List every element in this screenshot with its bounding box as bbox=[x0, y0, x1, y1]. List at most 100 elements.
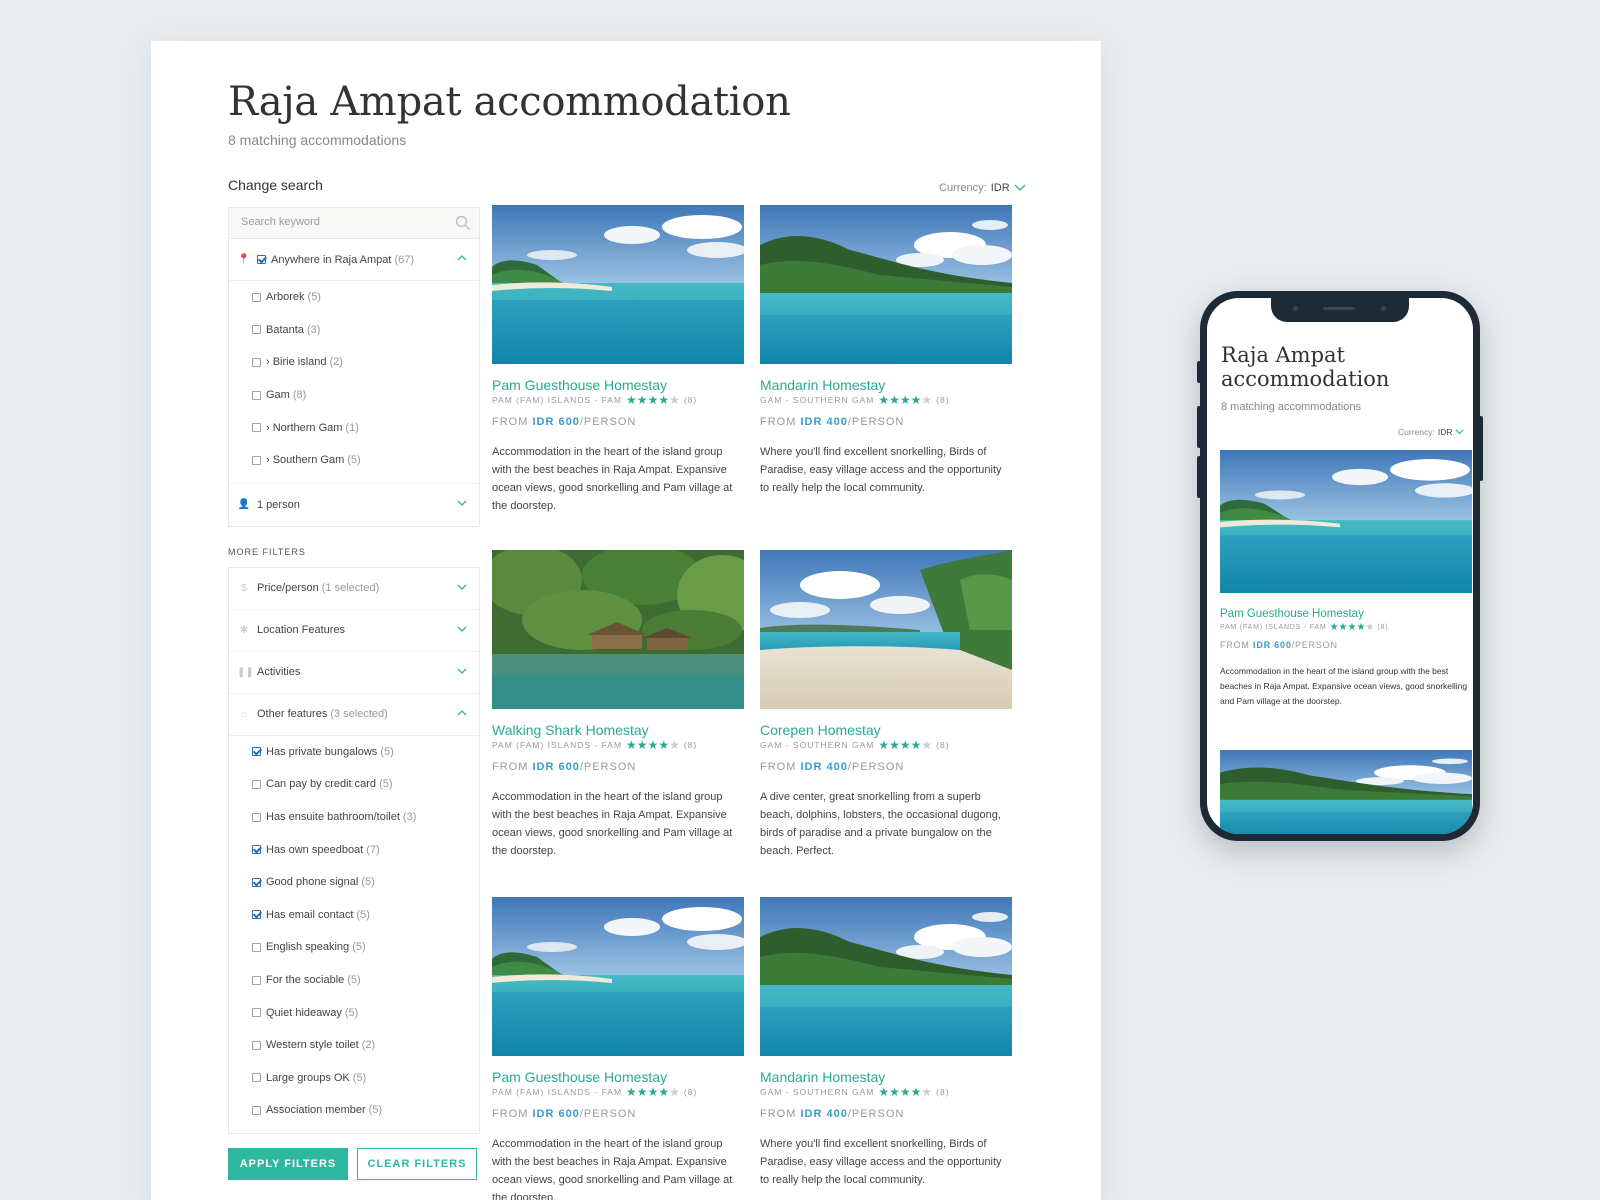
feature-option[interactable]: Western style toilet (2) bbox=[229, 1029, 479, 1062]
checkbox[interactable] bbox=[252, 779, 261, 789]
checkbox[interactable] bbox=[252, 1105, 261, 1115]
checkbox[interactable] bbox=[252, 877, 261, 887]
checkbox[interactable] bbox=[252, 423, 261, 433]
listing-photo[interactable] bbox=[760, 897, 1012, 1056]
checkbox[interactable] bbox=[257, 255, 266, 264]
listing-card[interactable]: Walking Shark Homestay PAM (FAM) ISLANDS… bbox=[492, 550, 744, 860]
feature-option[interactable]: Can pay by credit card (5) bbox=[229, 768, 479, 801]
listing-photo[interactable] bbox=[492, 205, 744, 364]
listing-card[interactable]: Pam Guesthouse Homestay PAM (FAM) ISLAND… bbox=[492, 897, 744, 1200]
filter-activities[interactable]: ❚❚ Activities bbox=[229, 652, 479, 694]
feature-option[interactable]: Has ensuite bathroom/toilet (3) bbox=[229, 801, 479, 834]
rating-stars: ★★★★★ bbox=[878, 1085, 933, 1099]
checkbox[interactable] bbox=[252, 975, 261, 985]
feature-option[interactable]: For the sociable (5) bbox=[229, 964, 479, 997]
listing-name[interactable]: Corepen Homestay bbox=[760, 722, 1012, 739]
listing-photo[interactable] bbox=[760, 550, 1012, 709]
price-unit: /PERSON bbox=[847, 761, 905, 773]
checkbox[interactable] bbox=[252, 325, 261, 335]
listing-meta: PAM (FAM) ISLANDS - FAM ★★★★★ (8) bbox=[492, 738, 744, 752]
persons-selector[interactable]: 👤 1 person bbox=[229, 484, 479, 526]
listing-name[interactable]: Mandarin Homestay bbox=[760, 377, 1012, 394]
feature-option[interactable]: Has private bungalows (5) bbox=[229, 736, 479, 769]
listing-photo[interactable] bbox=[760, 205, 1012, 364]
price-unit: /PERSON bbox=[1291, 640, 1338, 650]
feature-option[interactable]: Large groups OK (5) bbox=[229, 1062, 479, 1095]
chevron-down-icon[interactable] bbox=[457, 582, 467, 592]
filter-price[interactable]: $ Price/person (1 selected) bbox=[229, 568, 479, 610]
feature-option[interactable]: Good phone signal (5) bbox=[229, 866, 479, 899]
checkbox[interactable] bbox=[252, 455, 261, 465]
listing-card[interactable]: Corepen Homestay GAM - SOUTHERN GAM ★★★★… bbox=[760, 550, 1012, 860]
price-amount: IDR 400 bbox=[800, 1108, 848, 1120]
listing-photo[interactable] bbox=[492, 550, 744, 709]
feature-option[interactable]: Association member (5) bbox=[229, 1094, 479, 1127]
location-option[interactable]: › Southern Gam (5) bbox=[229, 444, 479, 477]
checkbox[interactable] bbox=[252, 1040, 261, 1050]
location-anywhere[interactable]: 📍 Anywhere in Raja Ampat (67) bbox=[229, 239, 479, 281]
option-count: (1) bbox=[345, 421, 359, 434]
option-count: (3) bbox=[402, 811, 417, 824]
chevron-up-icon[interactable] bbox=[457, 253, 467, 263]
listing-location: PAM (FAM) ISLANDS - FAM bbox=[492, 395, 623, 405]
clear-filters-button[interactable]: CLEAR FILTERS bbox=[357, 1147, 477, 1180]
checkbox[interactable] bbox=[252, 292, 261, 302]
search-icon[interactable] bbox=[455, 215, 471, 231]
apply-filters-button[interactable]: APPLY FILTERS bbox=[228, 1147, 348, 1180]
checkbox[interactable] bbox=[252, 747, 261, 757]
location-count: (67) bbox=[394, 253, 415, 266]
mobile-listing-name[interactable]: Pam Guesthouse Homestay bbox=[1220, 608, 1364, 620]
filter-other-features[interactable]: ⌂ Other features (3 selected) bbox=[229, 694, 479, 736]
chevron-down-icon[interactable] bbox=[457, 498, 467, 508]
checkbox[interactable] bbox=[252, 942, 261, 952]
page-title: Raja Ampat accommodation bbox=[228, 79, 791, 125]
currency-selector[interactable]: Currency: IDR bbox=[939, 182, 1026, 194]
result-count: 8 matching accommodations bbox=[228, 132, 407, 148]
listing-card[interactable]: Mandarin Homestay GAM - SOUTHERN GAM ★★★… bbox=[760, 897, 1012, 1189]
checkbox[interactable] bbox=[252, 1008, 261, 1018]
feature-option[interactable]: Has own speedboat (7) bbox=[229, 833, 479, 866]
feature-option[interactable]: Quiet hideaway (5) bbox=[229, 996, 479, 1029]
phone-volume-up-button bbox=[1197, 406, 1201, 448]
listing-description: Accommodation in the heart of the island… bbox=[492, 446, 733, 512]
listing-card[interactable]: Pam Guesthouse Homestay PAM (FAM) ISLAND… bbox=[492, 205, 744, 515]
search-placeholder: Search keyword bbox=[241, 216, 320, 228]
mobile-listing-price: FROM IDR 600/PERSON bbox=[1220, 640, 1338, 650]
currency-label: Currency: bbox=[939, 182, 987, 194]
listing-name[interactable]: Pam Guesthouse Homestay bbox=[492, 377, 744, 394]
listing-name[interactable]: Pam Guesthouse Homestay bbox=[492, 1069, 744, 1086]
option-count: (5) bbox=[361, 876, 375, 889]
price-unit: /PERSON bbox=[579, 761, 637, 773]
listing-name[interactable]: Mandarin Homestay bbox=[760, 1069, 1012, 1086]
search-input[interactable]: Search keyword bbox=[228, 207, 480, 239]
chevron-down-icon[interactable] bbox=[457, 624, 467, 634]
mobile-currency-selector[interactable]: Currency: IDR bbox=[1398, 427, 1465, 437]
location-option[interactable]: Batanta (3) bbox=[229, 314, 479, 347]
checkbox[interactable] bbox=[252, 910, 261, 920]
mobile-listing-photo[interactable] bbox=[1220, 450, 1472, 593]
mobile-listing-photo[interactable] bbox=[1220, 750, 1472, 834]
feature-option[interactable]: Has email contact (5) bbox=[229, 899, 479, 932]
checkbox[interactable] bbox=[252, 357, 261, 367]
feature-option[interactable]: English speaking (5) bbox=[229, 931, 479, 964]
filter-label: Price/person bbox=[257, 582, 319, 595]
checkbox[interactable] bbox=[252, 845, 261, 855]
listing-card[interactable]: Mandarin Homestay GAM - SOUTHERN GAM ★★★… bbox=[760, 205, 1012, 497]
person-icon: 👤 bbox=[237, 499, 251, 511]
filter-location-features[interactable]: ✱ Location Features bbox=[229, 610, 479, 652]
location-option[interactable]: Gam (8) bbox=[229, 379, 479, 412]
checkbox[interactable] bbox=[252, 390, 261, 400]
listing-photo[interactable] bbox=[492, 897, 744, 1056]
chevron-down-icon bbox=[1455, 429, 1465, 435]
checkbox[interactable] bbox=[252, 812, 261, 822]
checkbox[interactable] bbox=[252, 1073, 261, 1083]
listing-name[interactable]: Walking Shark Homestay bbox=[492, 722, 744, 739]
review-count: (8) bbox=[936, 740, 950, 750]
location-option[interactable]: › Birie island (2) bbox=[229, 346, 479, 379]
chevron-up-icon[interactable] bbox=[457, 708, 467, 718]
location-option[interactable]: Arborek (5) bbox=[229, 281, 479, 314]
phone-mockup: Raja Ampat accommodation 8 matching acco… bbox=[1197, 291, 1483, 841]
location-option[interactable]: › Northern Gam (1) bbox=[229, 411, 479, 444]
chevron-down-icon[interactable] bbox=[457, 666, 467, 676]
price-from: FROM bbox=[492, 1108, 529, 1120]
